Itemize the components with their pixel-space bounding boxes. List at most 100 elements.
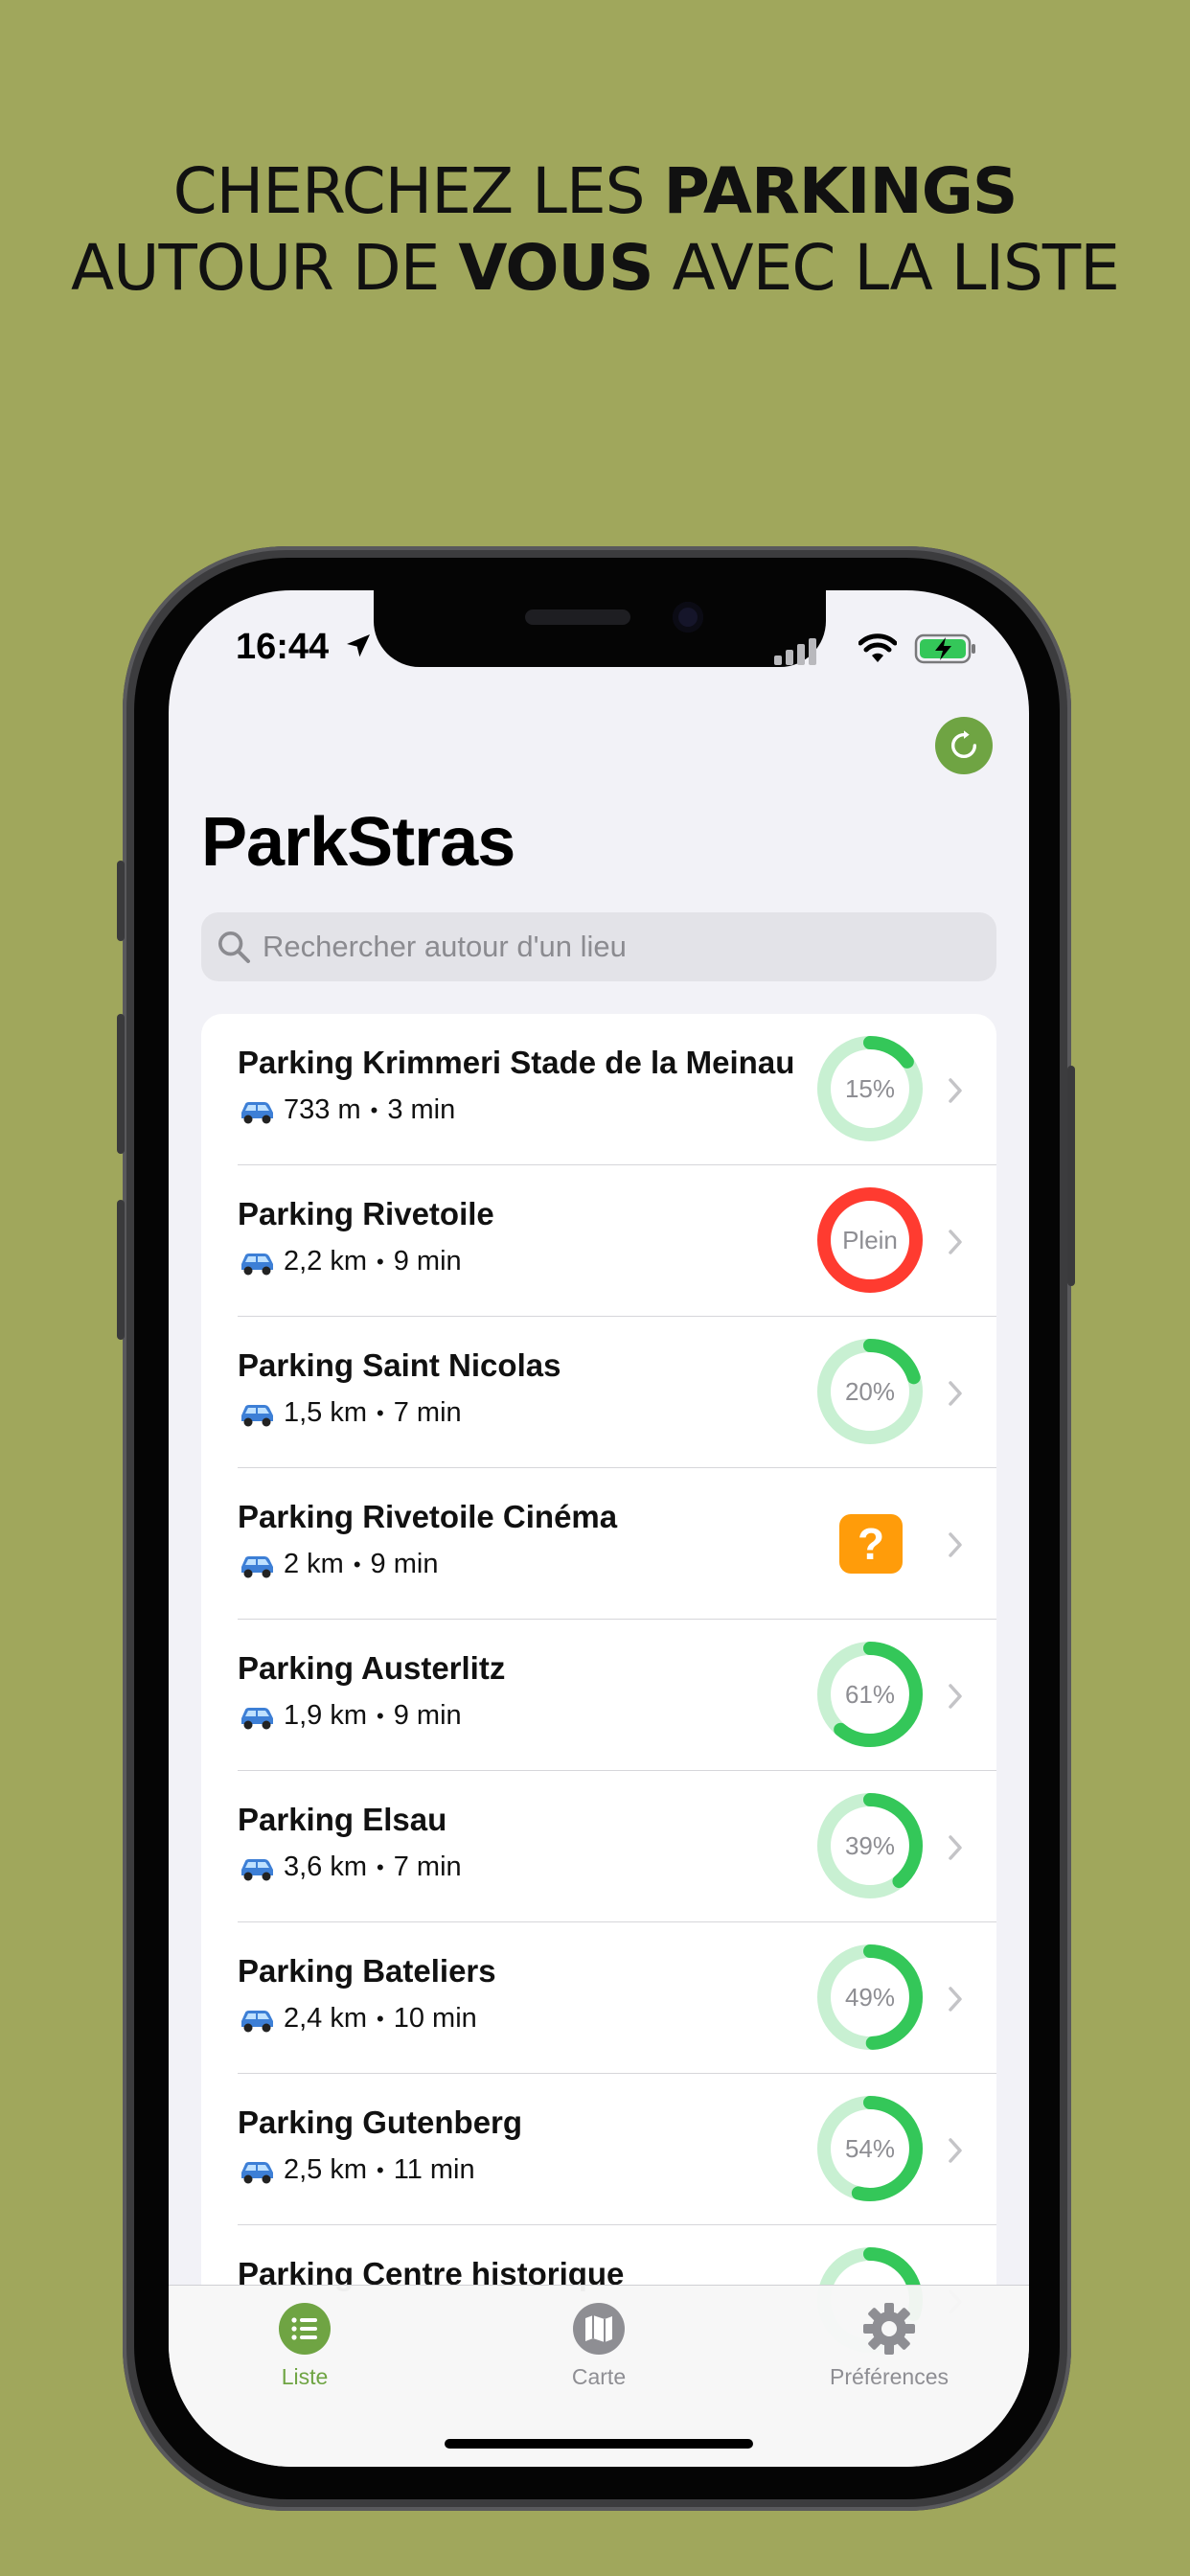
tab-preferences[interactable]: Préférences: [793, 2301, 985, 2390]
car-icon: [241, 1253, 273, 1275]
headline-text: AVEC LA LISTE: [652, 231, 1120, 305]
occupancy-gauge: 61%: [817, 1642, 923, 1747]
parking-meta: 733 m • 3 min: [238, 1094, 455, 1126]
parking-name: Parking Saint Nicolas: [238, 1347, 561, 1383]
separator-dot: •: [377, 1703, 384, 1728]
parking-name: Parking Bateliers: [238, 1953, 496, 1989]
car-icon: [241, 1707, 273, 1729]
gauge-label: 54%: [845, 2134, 895, 2163]
list-item[interactable]: Parking Krimmeri Stade de la Meinau 733 m…: [201, 1014, 996, 1165]
parking-distance: 1,9 km: [284, 1700, 368, 1731]
parking-meta: 1,9 km • 9 min: [238, 1700, 462, 1732]
parking-duration: 9 min: [393, 1246, 462, 1276]
parking-duration: 11 min: [393, 2154, 475, 2185]
occupancy-gauge: 54%: [817, 2096, 923, 2201]
parking-duration: 9 min: [393, 1700, 462, 1731]
tab-label: Préférences: [829, 2364, 949, 2389]
search-icon: [218, 932, 250, 963]
car-icon: [241, 1101, 273, 1123]
refresh-button[interactable]: [935, 717, 993, 774]
separator-dot: •: [377, 2157, 384, 2182]
chevron-right-icon: [949, 1381, 962, 1406]
parking-name: Parking Elsau: [238, 1802, 447, 1837]
list-icon: [279, 2303, 331, 2355]
headline-text: AUTOUR DE: [71, 231, 459, 305]
notch: [374, 590, 826, 667]
parking-name: Parking Austerlitz: [238, 1650, 506, 1686]
car-icon: [241, 1555, 273, 1577]
occupancy-gauge: 15%: [817, 1036, 923, 1141]
parking-distance: 2,5 km: [284, 2154, 368, 2185]
parking-duration: 9 min: [370, 1549, 439, 1579]
separator-dot: •: [377, 2006, 384, 2031]
list-item[interactable]: Parking Elsau 3,6 km • 7 min 39%: [201, 1771, 996, 1922]
chevron-right-icon: [949, 2138, 962, 2163]
list-item[interactable]: Parking Bateliers 2,4 km • 10 min 49%: [201, 1922, 996, 2074]
headline-text: CHERCHEZ LES: [172, 154, 664, 228]
list-item[interactable]: Parking Rivetoile Cinéma 2 km • 9 min?: [201, 1468, 996, 1620]
parking-distance: 3,6 km: [284, 1852, 368, 1882]
parking-meta: 3,6 km • 7 min: [238, 1852, 462, 1883]
parking-name: Parking Rivetoile: [238, 1196, 494, 1231]
list-item[interactable]: Parking Gutenberg 2,5 km • 11 min 54%: [201, 2074, 996, 2225]
parking-meta: 1,5 km • 7 min: [238, 1397, 462, 1429]
separator-dot: •: [377, 1249, 384, 1274]
gauge-label: 61%: [845, 1680, 895, 1709]
parking-meta: 2,4 km • 10 min: [238, 2003, 477, 2035]
gauge-label: 15%: [845, 1074, 895, 1103]
separator-dot: •: [377, 1854, 384, 1879]
parking-list[interactable]: Parking Krimmeri Stade de la Meinau 733 m…: [201, 1014, 996, 2356]
promo-headline-line2: AUTOUR DE VOUS AVEC LA LISTE: [0, 230, 1190, 307]
car-icon: [241, 1404, 273, 1426]
tab-label: Carte: [571, 2364, 627, 2389]
parking-duration: 7 min: [393, 1852, 462, 1882]
status-time: 16:44: [236, 627, 330, 667]
gauge-label: 20%: [845, 1377, 895, 1406]
parking-meta: 2,5 km • 11 min: [238, 2154, 475, 2186]
parking-distance: 2,4 km: [284, 2003, 368, 2034]
front-camera: [673, 602, 703, 632]
chevron-right-icon: [949, 1835, 962, 1860]
parking-distance: 1,5 km: [284, 1397, 368, 1428]
parking-distance: 733 m: [284, 1094, 361, 1125]
tab-liste[interactable]: Liste: [209, 2301, 400, 2390]
parking-name: Parking Gutenberg: [238, 2104, 523, 2140]
occupancy-gauge: Plein: [817, 1187, 923, 1293]
occupancy-gauge: 20%: [817, 1339, 923, 1444]
list-item[interactable]: Parking Austerlitz 1,9 km • 9 min 61%: [201, 1620, 996, 1771]
parking-duration: 3 min: [387, 1094, 456, 1125]
parking-name: Parking Krimmeri Stade de la Meinau: [238, 1045, 795, 1080]
refresh-icon: [951, 730, 977, 758]
unknown-status-badge: ?: [839, 1514, 903, 1574]
occupancy-gauge: 49%: [817, 1944, 923, 2050]
list-item[interactable]: Parking Saint Nicolas 1,5 km • 7 min 20%: [201, 1317, 996, 1468]
tab-bar: Liste Carte Préférences: [169, 2285, 1029, 2467]
chevron-right-icon: [949, 1230, 962, 1254]
speaker-grille: [525, 610, 630, 625]
page-title: ParkStras: [201, 804, 515, 881]
list-item[interactable]: Parking Rivetoile 2,2 km • 9 min Plein: [201, 1165, 996, 1317]
wifi-icon: [858, 633, 897, 662]
gauge-label: Plein: [842, 1226, 898, 1254]
gear-icon: [863, 2303, 915, 2355]
separator-dot: •: [370, 1097, 378, 1122]
gauge-label: 49%: [845, 1983, 895, 2012]
promo-headline-line1: CHERCHEZ LES PARKINGS: [0, 153, 1190, 230]
promo-headline: CHERCHEZ LES PARKINGS AUTOUR DE VOUS AVE…: [0, 153, 1190, 307]
gauge-label: 39%: [845, 1831, 895, 1860]
tab-label: Liste: [281, 2364, 329, 2389]
search-bar[interactable]: [201, 912, 996, 981]
tab-carte[interactable]: Carte: [503, 2301, 695, 2390]
cellular-signal-icon: [774, 638, 816, 665]
volume-down-button: [117, 1200, 125, 1340]
volume-up-button: [117, 1014, 125, 1154]
search-input[interactable]: [263, 930, 972, 964]
parking-distance: 2 km: [284, 1549, 344, 1579]
parking-name: Parking Rivetoile Cinéma: [238, 1499, 618, 1534]
car-icon: [241, 1858, 273, 1880]
separator-dot: •: [377, 1400, 384, 1425]
headline-bold: VOUS: [458, 231, 653, 305]
parking-meta: 2 km • 9 min: [238, 1549, 438, 1580]
chevron-right-icon: [949, 1532, 962, 1557]
parking-duration: 7 min: [393, 1397, 462, 1428]
